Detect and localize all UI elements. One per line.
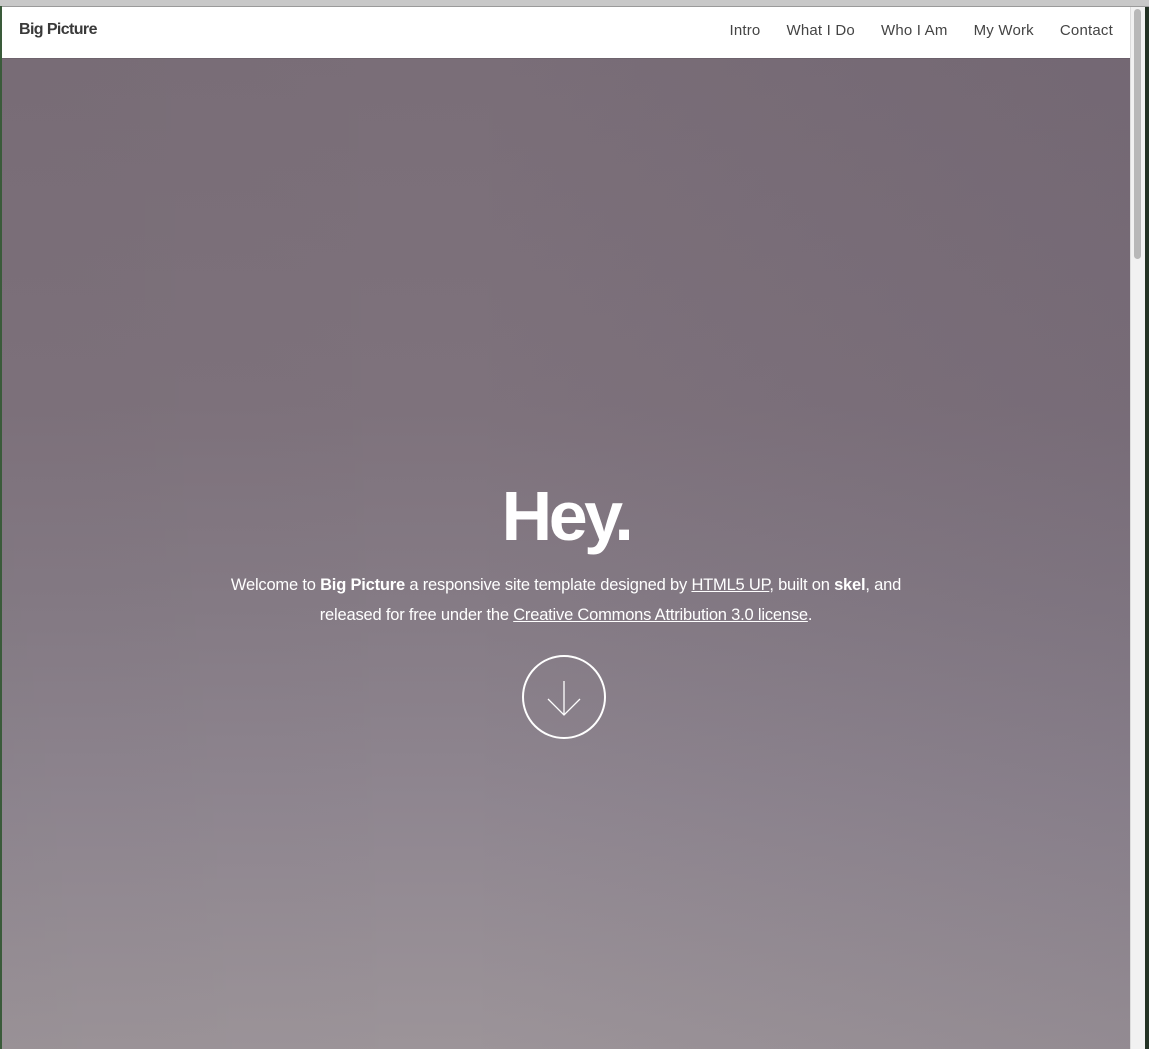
hero-text-part2: a responsive site template designed by bbox=[405, 576, 692, 594]
hero-description: Welcome to Big Picture a responsive site… bbox=[216, 570, 916, 630]
hero-brand-bold: Big Picture bbox=[320, 576, 405, 594]
hero-text-part3: , built on bbox=[769, 576, 835, 594]
nav-link-intro[interactable]: Intro bbox=[729, 22, 760, 39]
nav-link-contact[interactable]: Contact bbox=[1060, 22, 1113, 39]
hero-title: Hey. bbox=[501, 477, 634, 555]
intro-hero: Hey. Welcome to Big Picture a responsive… bbox=[2, 58, 1130, 1049]
hero-text-part1: Welcome to bbox=[230, 576, 321, 594]
web-page: Big Picture Intro What I Do Who I Am My … bbox=[2, 7, 1130, 1049]
hero-text-part5: . bbox=[807, 606, 813, 624]
skel-bold: skel bbox=[834, 576, 866, 594]
hero-content: Hey. Welcome to Big Picture a responsive… bbox=[2, 478, 1130, 630]
nav-link-who-i-am[interactable]: Who I Am bbox=[881, 22, 948, 39]
scrollbar-thumb[interactable] bbox=[1134, 9, 1141, 259]
license-link[interactable]: Creative Commons Attribution 3.0 license bbox=[513, 606, 808, 624]
html5up-link[interactable]: HTML5 UP bbox=[691, 576, 769, 594]
site-logo-link[interactable]: Big Picture bbox=[19, 21, 97, 39]
nav-link-my-work[interactable]: My Work bbox=[974, 22, 1034, 39]
main-nav: Intro What I Do Who I Am My Work Contact bbox=[703, 22, 1113, 39]
window-chrome bbox=[0, 0, 1149, 7]
scroll-down-button[interactable] bbox=[522, 655, 606, 739]
nav-link-what-i-do[interactable]: What I Do bbox=[786, 22, 855, 39]
arrow-down-icon bbox=[547, 681, 581, 716]
top-navbar: Big Picture Intro What I Do Who I Am My … bbox=[2, 7, 1130, 58]
page-scrollbar[interactable] bbox=[1130, 7, 1145, 1049]
browser-window: Big Picture Intro What I Do Who I Am My … bbox=[0, 0, 1149, 1049]
window-edge-right bbox=[1145, 7, 1149, 1049]
